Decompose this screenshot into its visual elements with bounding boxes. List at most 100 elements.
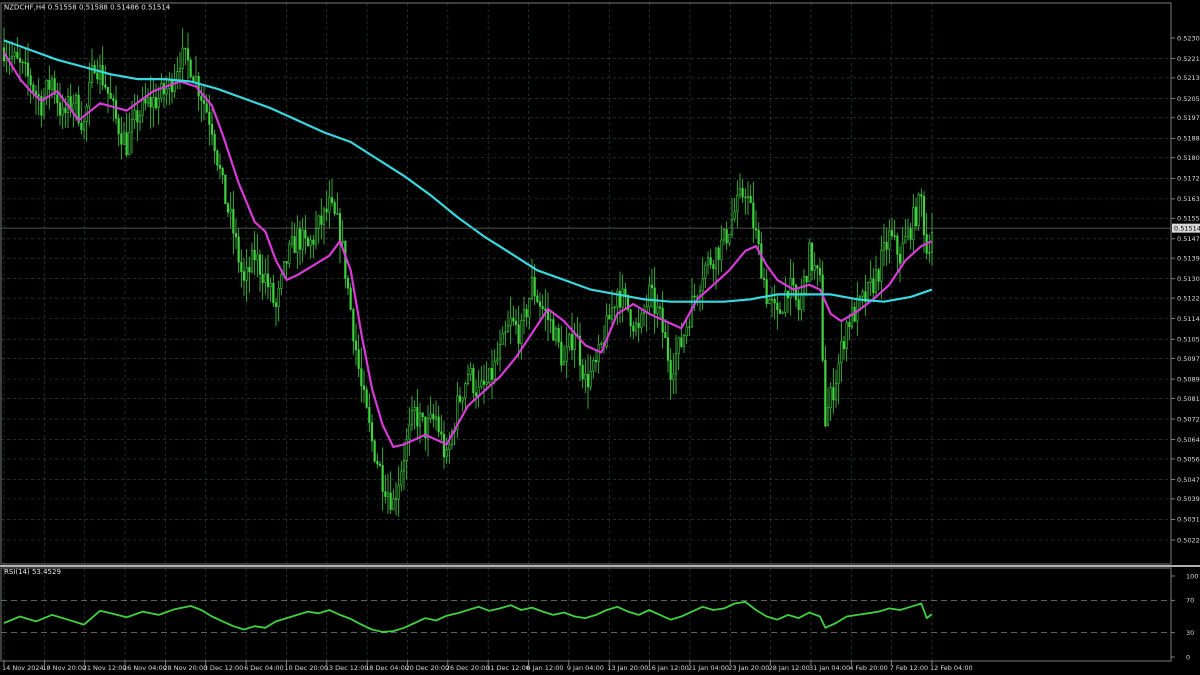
candle-body (21, 61, 24, 64)
candle-body (376, 460, 379, 465)
candle-body (32, 84, 35, 92)
candle-body (560, 341, 563, 366)
candle-body (648, 284, 651, 307)
candle-body (464, 383, 467, 399)
candle-body (37, 94, 40, 97)
candle-body (245, 266, 248, 281)
candle-body (288, 243, 291, 264)
candle-body (373, 440, 376, 462)
candle-body (589, 370, 592, 388)
candle-body (152, 97, 155, 108)
candle-body (272, 282, 275, 304)
candle-body (685, 326, 688, 336)
candle-body (400, 470, 403, 486)
candle-body (173, 79, 176, 93)
time-tick-label: 28 Nov 20:00 (163, 664, 207, 672)
candle-body (176, 71, 179, 81)
candle (626, 294, 630, 313)
candle-body (50, 78, 54, 90)
candle-body (922, 195, 926, 235)
candle-body (445, 449, 448, 458)
candle-body (845, 322, 848, 350)
candle-body (266, 273, 270, 288)
candle-body (418, 412, 422, 427)
candle-body (165, 88, 168, 95)
candle-body (765, 279, 768, 304)
candle-body (738, 188, 742, 196)
candle-body (546, 310, 550, 320)
candle-body (533, 276, 536, 297)
candle-body (522, 309, 526, 321)
candle-body (562, 360, 566, 366)
candle-body (218, 165, 222, 169)
candle-body (200, 95, 203, 101)
candle-body (181, 47, 184, 69)
candle-body (109, 93, 112, 99)
candle-body (736, 194, 739, 213)
candle-body (466, 374, 470, 384)
candle-body (768, 299, 771, 304)
rsi-tick-label: 30 (1186, 629, 1194, 637)
candle-body (178, 68, 182, 72)
time-tick-label: 26 Nov 04:00 (123, 664, 167, 672)
candle-body (896, 235, 899, 255)
candle-body (149, 97, 152, 108)
candle-body (133, 110, 136, 121)
candle-body (336, 213, 339, 215)
candle-body (506, 325, 510, 333)
candle-body (728, 234, 731, 244)
time-tick-label: 16 Jan 12:00 (648, 664, 689, 672)
time-tick-label: 21 Nov 12:00 (83, 664, 127, 672)
candle-body (514, 320, 518, 326)
candle-body (320, 215, 323, 225)
candle-body (293, 236, 296, 253)
candle-body (874, 269, 878, 293)
candle-body (621, 288, 624, 308)
candle-body (794, 284, 798, 301)
candle (821, 261, 824, 363)
candle-body (880, 249, 883, 282)
current-price-label: 0.51514 (1174, 224, 1200, 232)
candle-body (608, 314, 611, 320)
candle-body (317, 215, 320, 230)
candle (808, 238, 811, 283)
candle-body (141, 98, 144, 116)
time-tick-label: 31 Jan 04:00 (809, 664, 850, 672)
candle-body (914, 206, 918, 227)
candle-body (154, 97, 158, 108)
candle-body (386, 492, 390, 497)
trading-chart[interactable]: 0.52300 0.52215 0.52135 0.52050 0.51970 0.518… (0, 0, 1200, 675)
candle-body (322, 208, 326, 225)
price-tick-label: 0.50725 (1177, 415, 1200, 423)
candle-body (277, 287, 280, 307)
candle-body (96, 72, 99, 80)
candle-body (658, 306, 662, 309)
pane-separator[interactable] (0, 565, 1200, 567)
candle-body (392, 498, 395, 510)
candle-body (674, 353, 678, 375)
price-tick-label: 0.50475 (1177, 476, 1200, 484)
candle-body (808, 242, 811, 283)
candle-body (234, 232, 238, 238)
rsi-tick-label: 70 (1186, 597, 1194, 605)
candle-body (840, 341, 843, 364)
candle-body (461, 397, 464, 402)
candle-body (717, 247, 720, 260)
price-tick-label: 0.51805 (1177, 154, 1200, 162)
candle-body (10, 55, 14, 59)
time-tick-label: 18 Dec 04:00 (365, 664, 409, 672)
price-tick-label: 0.51305 (1177, 275, 1200, 283)
candle (488, 367, 491, 385)
candle-body (128, 131, 131, 156)
candle-body (290, 236, 294, 245)
candle-body (202, 100, 206, 104)
candle-body (309, 239, 312, 247)
candle-body (746, 196, 750, 198)
candle-body (570, 334, 574, 350)
candle-body (594, 359, 598, 363)
candle-body (677, 337, 680, 354)
candle-body (440, 431, 443, 435)
candle-body (232, 209, 235, 234)
candle-body (226, 203, 230, 213)
candle-body (682, 335, 686, 347)
